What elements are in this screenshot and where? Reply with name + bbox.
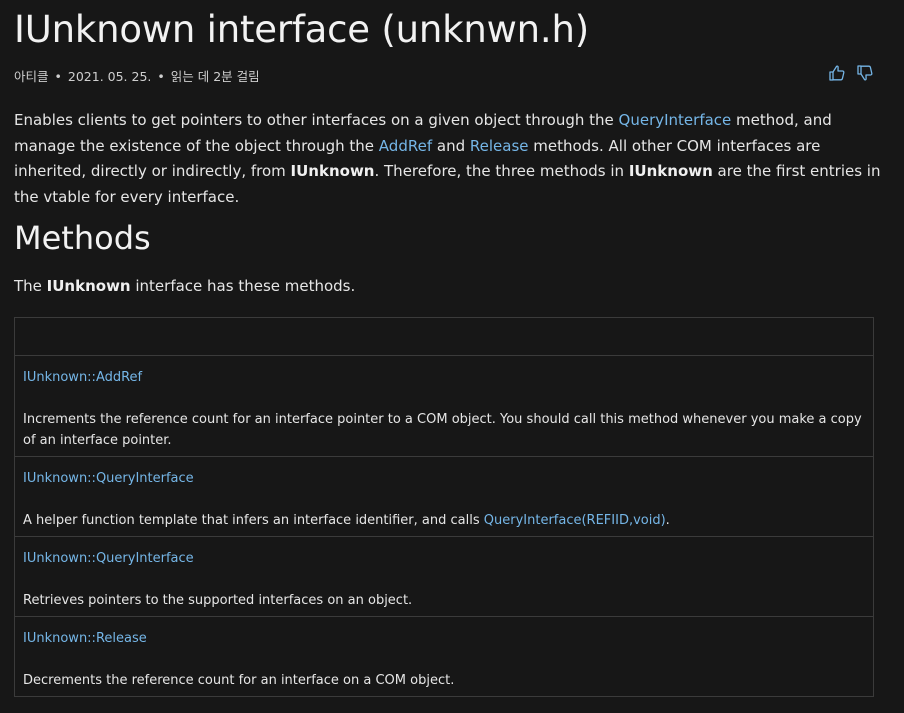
article-page: IUnknown interface (unknwn.h) 아티클 • 2021. … (0, 0, 904, 713)
method-desc-text: A helper function template that infers a… (23, 513, 484, 528)
method-link-queryinterface-template[interactable]: IUnknown::QueryInterface (23, 470, 194, 488)
methods-description: The IUnknown interface has these methods… (14, 277, 355, 295)
addref-link[interactable]: AddRef (379, 137, 432, 155)
table-row: IUnknown::Release Decrements the referen… (15, 617, 873, 696)
intro-text: and (432, 136, 470, 155)
table-row: IUnknown::AddRef Increments the referenc… (15, 356, 873, 457)
table-row: IUnknown::QueryInterface A helper functi… (15, 457, 873, 537)
methods-desc-bold: IUnknown (46, 277, 131, 295)
article-type: 아티클 (14, 69, 49, 84)
intro-bold: IUnknown (628, 162, 713, 180)
method-description: Increments the reference count for an in… (23, 412, 862, 448)
separator-dot: • (157, 69, 165, 84)
method-description: Retrieves pointers to the supported inte… (23, 593, 413, 608)
methods-table: IUnknown::AddRef Increments the referenc… (14, 317, 874, 697)
page-title: IUnknown interface (unknwn.h) (14, 8, 589, 51)
feedback-buttons (828, 64, 874, 82)
read-time: 읽는 데 2분 걸림 (170, 69, 260, 84)
method-desc-text: . (665, 513, 670, 528)
release-link[interactable]: Release (470, 137, 529, 155)
intro-text: Enables clients to get pointers to other… (14, 111, 619, 129)
intro-text: . Therefore, the three methods in (374, 162, 629, 180)
intro-paragraph: Enables clients to get pointers to other… (14, 108, 884, 210)
method-link-addref[interactable]: IUnknown::AddRef (23, 369, 142, 387)
article-meta: 아티클 • 2021. 05. 25. • 읽는 데 2분 걸림 (14, 66, 260, 85)
table-row: IUnknown::QueryInterface Retrieves point… (15, 537, 873, 617)
method-link-release[interactable]: IUnknown::Release (23, 630, 147, 648)
queryinterface-refiid-link[interactable]: QueryInterface(REFIID,void) (484, 513, 666, 528)
methods-desc-text: interface has these methods. (130, 277, 356, 295)
thumbs-up-icon[interactable] (828, 64, 846, 82)
thumbs-down-icon[interactable] (856, 64, 874, 82)
article-date: 2021. 05. 25. (67, 69, 152, 84)
queryinterface-link[interactable]: QueryInterface (619, 111, 732, 129)
methods-heading: Methods (14, 219, 151, 257)
table-header (15, 318, 873, 356)
methods-desc-text: The (14, 277, 47, 295)
method-link-queryinterface[interactable]: IUnknown::QueryInterface (23, 550, 194, 568)
separator-dot: • (54, 69, 62, 84)
intro-bold: IUnknown (290, 162, 375, 180)
method-description: A helper function template that infers a… (23, 510, 865, 531)
method-description: Decrements the reference count for an in… (23, 673, 455, 688)
